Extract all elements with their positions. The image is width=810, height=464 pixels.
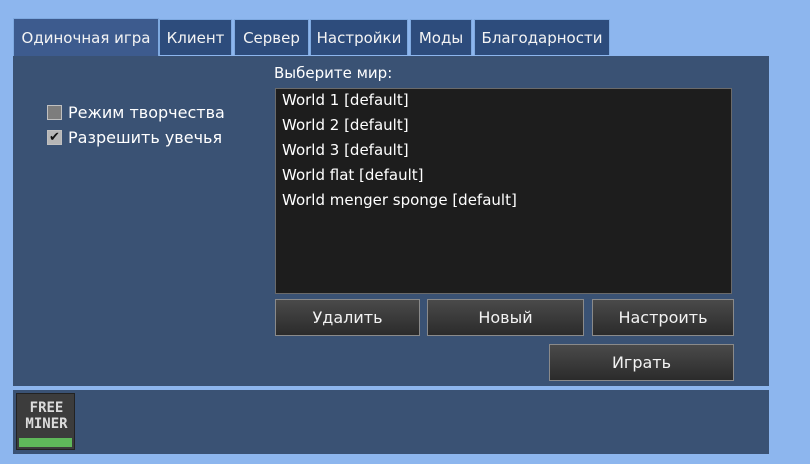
enable-damage-checkbox[interactable]: ✔ [47, 129, 62, 145]
tab-credits[interactable]: Благодарности [474, 19, 610, 55]
logo-grass-strip [19, 438, 72, 447]
tab-singleplayer[interactable]: Одиночная игра [13, 18, 159, 56]
tab-settings[interactable]: Настройки [310, 19, 408, 55]
tab-client[interactable]: Клиент [159, 19, 232, 55]
logo-text-line2: MINER [25, 416, 68, 432]
list-item[interactable]: World 3 [default] [282, 140, 409, 160]
world-list[interactable]: World 1 [default] World 2 [default] Worl… [275, 88, 732, 294]
creative-mode-label: Режим творчества [68, 102, 225, 122]
tab-mods[interactable]: Моды [410, 19, 472, 55]
enable-damage-option[interactable]: ✔ Разрешить увечья [47, 127, 223, 147]
logo-text-line1: FREE [29, 400, 64, 416]
list-item[interactable]: World 2 [default] [282, 115, 409, 135]
creative-mode-option[interactable]: Режим творчества [47, 102, 225, 122]
delete-button[interactable]: Удалить [275, 299, 420, 336]
list-item[interactable]: World menger sponge [default] [282, 190, 517, 210]
list-item[interactable]: World flat [default] [282, 165, 424, 185]
new-world-button[interactable]: Новый [427, 299, 584, 336]
freeminer-logo: FREE MINER [16, 393, 75, 450]
tab-server[interactable]: Сервер [234, 19, 309, 55]
configure-button[interactable]: Настроить [592, 299, 734, 336]
world-list-label: Выберите мир: [274, 64, 393, 82]
footer-bar: FREE MINER [13, 388, 769, 454]
enable-damage-label: Разрешить увечья [68, 127, 223, 147]
play-button[interactable]: Играть [549, 344, 734, 381]
checkmark-icon: ✔ [49, 129, 60, 145]
creative-mode-checkbox[interactable] [47, 104, 62, 120]
singleplayer-panel: Режим творчества ✔ Разрешить увечья Выбе… [13, 56, 769, 386]
list-item[interactable]: World 1 [default] [282, 90, 409, 110]
